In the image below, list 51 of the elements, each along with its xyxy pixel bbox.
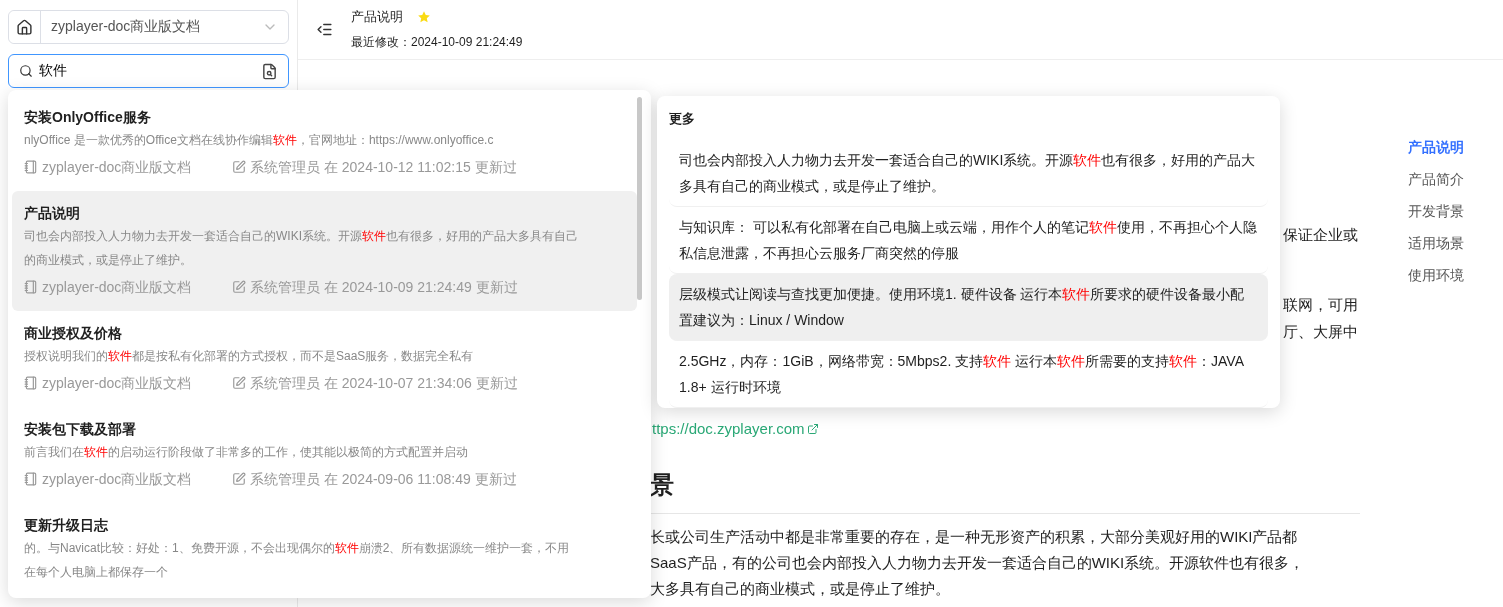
- search-field[interactable]: 软件: [8, 54, 289, 88]
- edit-icon: [232, 280, 246, 294]
- article-text: 保证企业或: [1283, 225, 1358, 245]
- match-item[interactable]: 层级模式让阅读与查找更加便捷。使用环境1. 硬件设备 运行本软件所要求的硬件设备最小配置建议为：Linux / Window: [669, 274, 1268, 341]
- result-title: 商业授权及价格: [24, 324, 123, 343]
- result-meta: 系统管理员 在 2024-10-12 11:02:15 更新过: [232, 155, 517, 179]
- page-title: 产品说明: [351, 8, 403, 26]
- result-title: 更新升级日志: [24, 516, 109, 535]
- result-snippet: nlyOffice 是一款优秀的Office文档在线协作编辑软件，官网地址：https://www.onlyoffice.c: [24, 132, 495, 149]
- result-space: zyplayer-doc商业版文档: [24, 371, 232, 395]
- search-result[interactable]: 产品说明 司也会内部投入人力物力去开发一套适合自己的WIKI系统。开源软件也有很多，好用的产品大多具有自己的商业模式，或是停止了维护。 zyplayer-doc商业版文档 系统管理员 在 2024-10-09 21:24:49 更新过: [12, 191, 637, 311]
- article-text: 联网，可用: [1283, 295, 1358, 315]
- result-space: zyplayer-doc商业版文档: [24, 155, 232, 179]
- result-snippet: 司也会内部投入人力物力去开发一套适合自己的WIKI系统。开源软件也有很多，好用的产品大多具有自己的商业模式，或是停止了维护。: [24, 228, 579, 269]
- last-modified: 最近修改：2024-10-09 21:24:49: [351, 34, 523, 51]
- notebook-icon: [24, 472, 38, 486]
- star-icon[interactable]: [417, 10, 431, 24]
- collapse-icon[interactable]: [316, 21, 333, 38]
- toc-item[interactable]: 产品说明: [1408, 137, 1464, 157]
- article-paragraph: 长或公司生产活动中都是非常重要的存在，是一种无形资产的积累，大部分美观好用的WIKI产品都 SaaS产品，有的公司也会内部投入人力物力去开发一套适合自己的WIKI系统。开源软件也有很多， 大多具有自己的商业模式，或是停止了维护。: [649, 527, 1306, 599]
- result-meta: 系统管理员 在 2024-10-09 21:24:49 更新过: [232, 275, 518, 299]
- edit-icon: [232, 160, 246, 174]
- toc-item[interactable]: 产品简介: [1408, 169, 1464, 189]
- result-space: zyplayer-doc商业版文档: [24, 467, 232, 491]
- file-search-icon[interactable]: [261, 62, 278, 80]
- edit-icon: [232, 376, 246, 390]
- space-select[interactable]: zyplayer-doc商业版文档: [8, 10, 289, 44]
- result-snippet: 的。与Navicat比较：好处：1、免费开源，不会出现偶尔的软件崩溃2、所有数据源统一维护一套，不用在每个人电脑上都保存一个: [24, 540, 571, 581]
- search-icon: [19, 64, 33, 78]
- toc-item[interactable]: 开发背景: [1408, 201, 1464, 221]
- popover-title: 更多: [669, 110, 696, 128]
- result-title: 安装包下载及部署: [24, 420, 137, 439]
- result-space: zyplayer-doc商业版文档: [24, 275, 232, 299]
- home-icon: [16, 18, 33, 36]
- result-title: 安装OnlyOffice服务: [24, 108, 152, 127]
- home-button[interactable]: [9, 11, 41, 43]
- notebook-icon: [24, 160, 38, 174]
- notebook-icon: [24, 376, 38, 390]
- result-meta: 系统管理员 在 2024-09-06 11:08:49 更新过: [232, 467, 517, 491]
- result-meta: 系统管理员 在 2024-10-07 21:34:06 更新过: [232, 371, 518, 395]
- article-text: 厅、大屏中: [1283, 322, 1358, 342]
- result-title: 产品说明: [24, 204, 81, 223]
- space-select-value: zyplayer-doc商业版文档: [50, 18, 202, 36]
- result-snippet: 前言我们在软件的启动运行阶段做了非常多的工作，使其能以极简的方式配置并启动: [24, 444, 469, 461]
- toc-item[interactable]: 适用场景: [1408, 233, 1464, 253]
- external-link-icon: [806, 423, 819, 435]
- result-snippet: 授权说明我们的软件都是按私有化部署的方式授权，而不是SaaS服务，数据完全私有: [24, 348, 475, 365]
- edit-icon: [232, 472, 246, 486]
- scroll-bar[interactable]: [637, 97, 642, 300]
- notebook-icon: [24, 280, 38, 294]
- toc-item[interactable]: 使用环境: [1408, 265, 1464, 285]
